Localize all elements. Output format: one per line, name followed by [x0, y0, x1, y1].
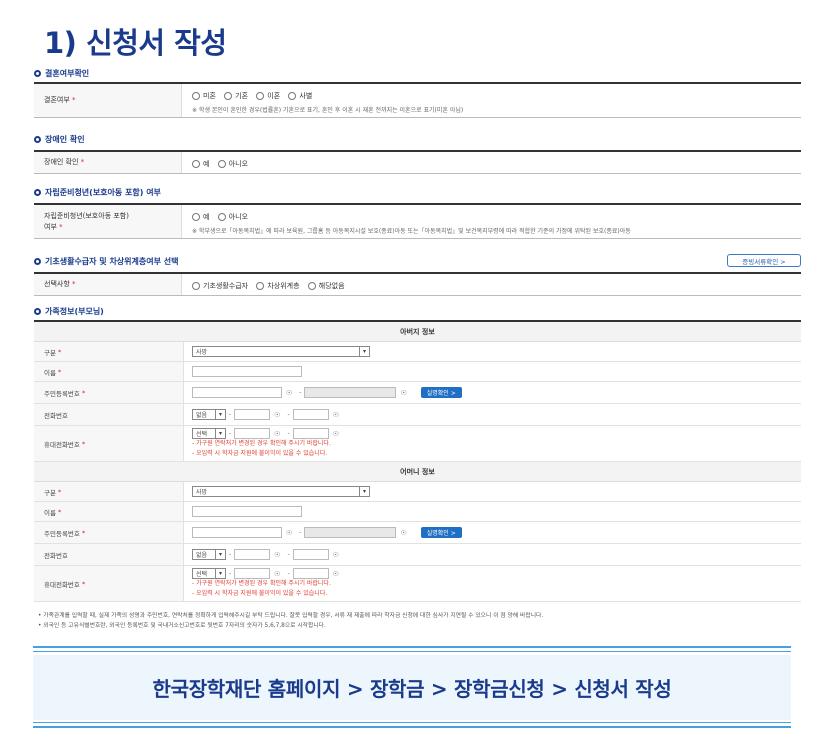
- banner-bottom-line-thin: [33, 722, 791, 723]
- radio-widowed[interactable]: 사별: [288, 91, 312, 101]
- radio-disability-yes[interactable]: 예: [192, 159, 209, 169]
- mother-rrn-row: 주민등록번호 * ☉ - ☉ 실명확인 >: [34, 522, 801, 544]
- mother-phone-row: 전화번호 없음 ▾ - ☉ - ☉: [34, 544, 801, 566]
- section-selfreliance-heading: 자립준비청년(보호아동 포함) 여부: [34, 187, 161, 198]
- welfare-label: 선택사항 *: [34, 274, 182, 295]
- father-rrn-back-input[interactable]: [304, 387, 397, 398]
- father-rrn-front-input[interactable]: [192, 387, 282, 398]
- keypad-icon: ☉: [274, 569, 281, 578]
- mother-name-input[interactable]: [192, 506, 302, 517]
- radio-near-poverty[interactable]: 차상위계층: [256, 281, 300, 291]
- mother-mobile-last-input[interactable]: [292, 568, 329, 579]
- circle-bullet-icon: [34, 189, 41, 196]
- section-welfare-heading: 기초생활수급자 및 차상위계층여부 선택: [34, 256, 178, 267]
- marriage-label: 결혼여부 *: [34, 84, 182, 117]
- keypad-icon: ☉: [274, 429, 281, 438]
- mother-mobile-prefix-select[interactable]: 선택 ▾: [192, 568, 226, 579]
- mother-rrn-back-input[interactable]: [304, 527, 397, 538]
- disability-row: 장애인 확인 * 예 아니오: [34, 150, 801, 174]
- section-disability-heading: 장애인 확인: [34, 134, 85, 145]
- circle-bullet-icon: [34, 308, 41, 315]
- disability-label: 장애인 확인 *: [34, 152, 182, 173]
- page-title: 1) 신청서 작성: [44, 26, 227, 60]
- father-verify-button[interactable]: 실명확인 >: [420, 387, 462, 398]
- selfreliance-row: 자립준비청년(보호아동 포함) 여부 * 예 아니오 ※ 학부생으로「아동복지법」…: [34, 203, 801, 239]
- banner-bottom-line: [33, 726, 791, 728]
- mother-mobile-row: 휴대전화번호 * 선택 ▾ - ☉ - ☉ - 가구원 연락처가 변경된 경우 확인…: [34, 566, 801, 602]
- radio-disability-no[interactable]: 아니오: [217, 159, 248, 169]
- father-mobile-last-input[interactable]: [292, 428, 329, 439]
- keypad-icon: ☉: [286, 528, 293, 537]
- father-phone-area-select[interactable]: 없음 ▾: [192, 409, 226, 420]
- father-type-row: 구분 * 사망 ▾: [34, 342, 801, 362]
- keypad-icon: ☉: [332, 429, 339, 438]
- section-family-heading: 가족정보(부모님): [34, 306, 104, 317]
- keypad-icon: ☉: [274, 410, 281, 419]
- breadcrumb-banner: 한국장학재단 홈페이지 > 장학금 > 장학금신청 > 신청서 작성: [33, 655, 791, 720]
- banner-top-line-thin: [33, 651, 791, 652]
- keypad-icon: ☉: [400, 388, 407, 397]
- document-check-button[interactable]: 증빙서류확인 >: [727, 254, 801, 267]
- footnotes: • 가족관계를 입력할 때, 실제 가족의 성명과 주민번호, 연락처를 정확하…: [38, 611, 543, 631]
- father-phone-last-input[interactable]: [292, 409, 329, 420]
- circle-bullet-icon: [34, 136, 41, 143]
- mother-phone-last-input[interactable]: [292, 549, 329, 560]
- welfare-row: 선택사항 * 기초생활수급자 차상위계층 해당없음: [34, 272, 801, 296]
- chevron-down-icon: ▾: [215, 569, 225, 578]
- father-info-header: 아버지 정보: [34, 322, 801, 342]
- keypad-icon: ☉: [286, 388, 293, 397]
- circle-bullet-icon: [34, 258, 41, 265]
- keypad-icon: ☉: [400, 528, 407, 537]
- chevron-down-icon: ▾: [215, 410, 225, 419]
- marriage-note: ※ 학생 본인이 혼인한 경우(법률혼) 기혼으로 표기, 혼인 후 이혼 시 …: [192, 107, 464, 114]
- father-warning-2: - 오입력 시 학자금 지원에 불이익이 있을 수 있습니다.: [192, 450, 328, 457]
- chevron-down-icon: ▾: [359, 487, 369, 496]
- father-warning-1: - 가구원 연락처가 변경된 경우 확인해 주시기 바랍니다.: [192, 440, 331, 447]
- mother-info-header: 어머니 정보: [34, 462, 801, 482]
- keypad-icon: ☉: [332, 550, 339, 559]
- father-name-row: 이름 *: [34, 362, 801, 382]
- mother-type-row: 구분 * 사망 ▾: [34, 482, 801, 502]
- chevron-down-icon: ▾: [215, 429, 225, 438]
- selfreliance-label: 자립준비청년(보호아동 포함) 여부 *: [34, 205, 182, 238]
- mother-rrn-front-input[interactable]: [192, 527, 282, 538]
- radio-selfreliance-yes[interactable]: 예: [192, 212, 209, 222]
- radio-married[interactable]: 기혼: [224, 91, 248, 101]
- father-mobile-prefix-select[interactable]: 선택 ▾: [192, 428, 226, 439]
- footnote-item: • 가족관계를 입력할 때, 실제 가족의 성명과 주민번호, 연락처를 정확하…: [38, 613, 544, 619]
- chevron-down-icon: ▾: [359, 347, 369, 356]
- keypad-icon: ☉: [274, 550, 281, 559]
- mother-mobile-mid-input[interactable]: [234, 568, 271, 579]
- radio-single[interactable]: 미혼: [192, 91, 216, 101]
- father-mobile-mid-input[interactable]: [234, 428, 271, 439]
- mother-type-select[interactable]: 사망 ▾: [192, 486, 370, 497]
- radio-divorced[interactable]: 이혼: [256, 91, 280, 101]
- father-mobile-row: 휴대전화번호 * 선택 ▾ - ☉ - ☉ - 가구원 연락처가 변경된 경우 확인…: [34, 426, 801, 462]
- father-rrn-row: 주민등록번호 * ☉ - ☉ 실명확인 >: [34, 382, 801, 404]
- mother-verify-button[interactable]: 실명확인 >: [420, 527, 462, 538]
- family-table: 아버지 정보 구분 * 사망 ▾ 이름 * 주민등록번호 * ☉ - ☉ 실명확인 …: [34, 320, 801, 602]
- father-phone-mid-input[interactable]: [234, 409, 271, 420]
- section-marriage-heading: 결혼여부확인: [34, 68, 89, 79]
- father-name-input[interactable]: [192, 366, 302, 377]
- selfreliance-note: ※ 학부생으로「아동복지법」에 따라 보육원, 그룹홈 등 아동복지시설 보호(…: [192, 228, 631, 235]
- chevron-down-icon: ▾: [215, 550, 225, 559]
- radio-basic-livelihood[interactable]: 기초생활수급자: [192, 281, 248, 291]
- father-type-select[interactable]: 사망 ▾: [192, 346, 370, 357]
- mother-name-row: 이름 *: [34, 502, 801, 522]
- banner-top-line: [33, 646, 791, 648]
- marriage-row: 결혼여부 * 미혼 기혼 이혼 사별 ※ 학생 본인이 혼인한 경우(법률혼) …: [34, 82, 801, 118]
- keypad-icon: ☉: [332, 569, 339, 578]
- keypad-icon: ☉: [332, 410, 339, 419]
- mother-warning-2: - 오입력 시 학자금 지원에 불이익이 있을 수 있습니다.: [192, 590, 328, 597]
- mother-warning-1: - 가구원 연락처가 변경된 경우 확인해 주시기 바랍니다.: [192, 580, 331, 587]
- radio-not-applicable[interactable]: 해당없음: [307, 281, 345, 291]
- footnote-item: • 외국인 등 고유식별번호란, 외국인 등록번호 및 국내거소신고번호로 뒷번…: [38, 623, 326, 629]
- circle-bullet-icon: [34, 70, 41, 77]
- radio-selfreliance-no[interactable]: 아니오: [217, 212, 248, 222]
- father-phone-row: 전화번호 없음 ▾ - ☉ - ☉: [34, 404, 801, 426]
- mother-phone-mid-input[interactable]: [234, 549, 271, 560]
- mother-phone-area-select[interactable]: 없음 ▾: [192, 549, 226, 560]
